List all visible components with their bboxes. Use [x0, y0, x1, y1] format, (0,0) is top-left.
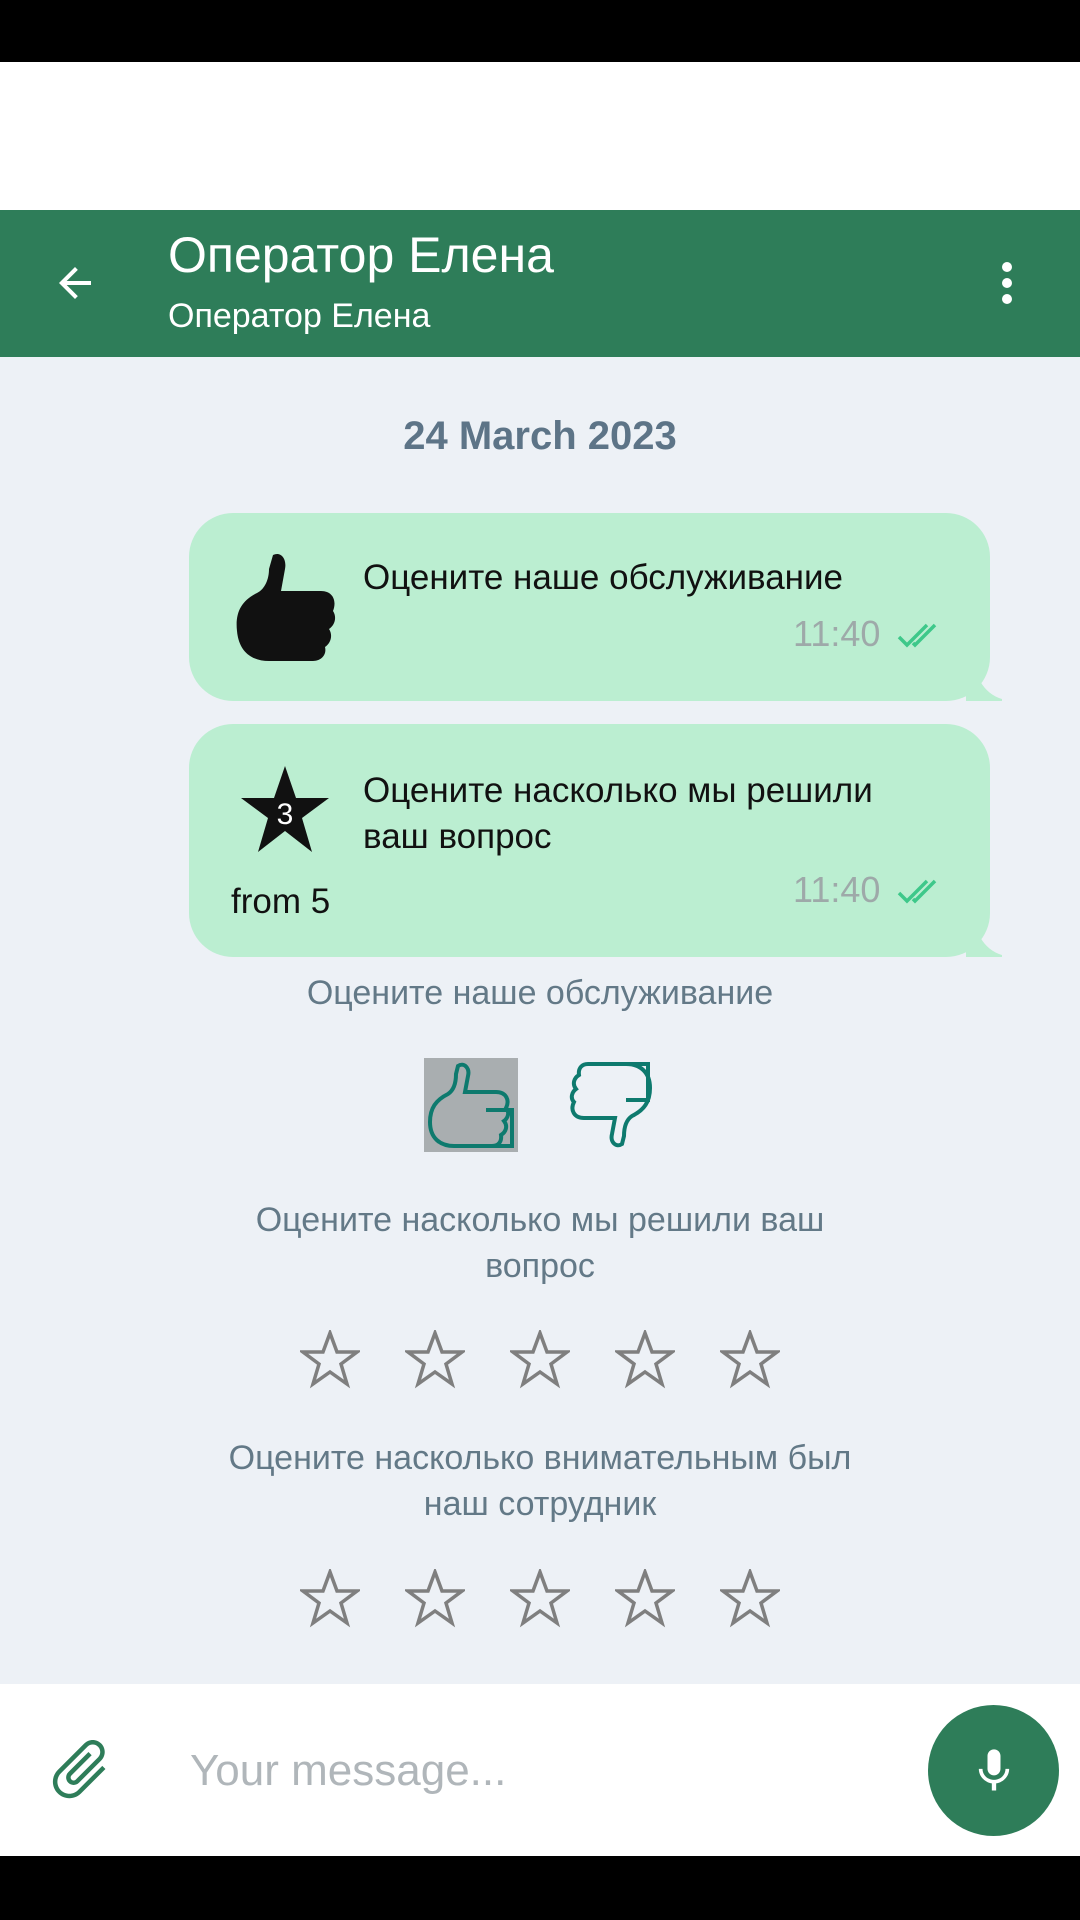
attach-button[interactable] — [44, 1733, 116, 1805]
rating-scale: from 5 — [231, 882, 331, 921]
thumbs-up-button[interactable] — [424, 1058, 518, 1152]
message-text: Оцените наше обслуживание — [363, 558, 844, 597]
thumbs-down-outline-icon — [569, 1062, 653, 1148]
star-rating-value: 3 — [277, 798, 294, 831]
paperclip-icon — [52, 1740, 106, 1799]
chat-title: Оператор Елена — [168, 227, 554, 283]
service-rating-prompt: Оцените наше обслуживание — [306, 974, 774, 1012]
bubble-tail — [966, 937, 1002, 957]
star-button-3[interactable] — [510, 1330, 570, 1390]
attentiveness-stars — [0, 1569, 1080, 1635]
navigation-bar — [0, 1856, 1080, 1920]
message-time: 11:40 — [793, 869, 881, 910]
double-check-icon — [897, 623, 937, 648]
star-button-2[interactable] — [405, 1330, 465, 1390]
message-bubble[interactable]: 3 Оцените насколько мы решили ваш вопрос… — [189, 724, 1002, 957]
star-button-5[interactable] — [720, 1569, 780, 1629]
top-spacer — [0, 62, 1080, 210]
thumbs-down-button[interactable] — [562, 1058, 656, 1152]
message-text: Оцените насколько мы решили ваш вопрос — [363, 771, 873, 856]
message-input[interactable] — [188, 1740, 892, 1802]
more-menu-button[interactable] — [982, 250, 1032, 316]
thumbs-up-icon — [236, 553, 336, 661]
star-icon: 3 — [241, 766, 329, 852]
chat-subtitle: Оператор Елена — [168, 297, 431, 335]
star-button-2[interactable] — [405, 1569, 465, 1629]
arrow-left-icon — [59, 267, 91, 299]
star-button-1[interactable] — [300, 1569, 360, 1629]
star-button-3[interactable] — [510, 1569, 570, 1629]
star-button-4[interactable] — [615, 1330, 675, 1390]
star-button-5[interactable] — [720, 1330, 780, 1390]
date-separator: 24 March 2023 — [403, 414, 677, 458]
thumbs-up-outline-icon — [427, 1062, 514, 1148]
double-check-icon — [897, 879, 937, 904]
back-button[interactable] — [40, 250, 110, 316]
microphone-icon — [978, 1748, 1009, 1790]
more-vertical-icon — [1002, 262, 1012, 304]
message-bubble[interactable]: Оцените наше обслуживание 11:40 — [189, 513, 1002, 701]
message-time: 11:40 — [793, 613, 881, 654]
resolution-stars — [0, 1330, 1080, 1396]
resolution-rating-prompt: Оцените насколько мы решили ваш вопрос — [255, 1201, 825, 1285]
star-button-4[interactable] — [615, 1569, 675, 1629]
mic-button[interactable] — [928, 1705, 1059, 1836]
attentiveness-rating-prompt: Оцените насколько внимательным был наш с… — [228, 1439, 852, 1523]
star-button-1[interactable] — [300, 1330, 360, 1390]
status-bar — [0, 0, 1080, 62]
bubble-tail — [966, 681, 1002, 701]
